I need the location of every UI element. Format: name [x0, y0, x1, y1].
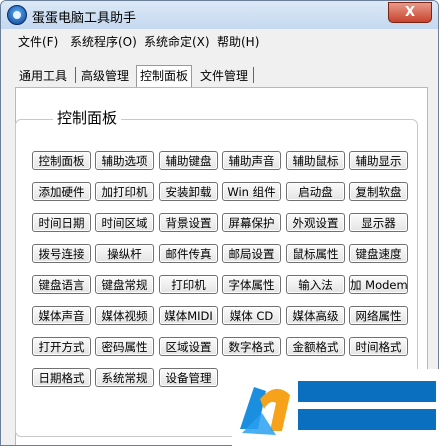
control-button[interactable]: 媒体MIDI: [159, 306, 218, 325]
control-button[interactable]: 打印机: [159, 275, 218, 294]
control-button[interactable]: 外观设置: [286, 213, 345, 232]
control-button[interactable]: 操纵杆: [95, 244, 154, 263]
control-button[interactable]: 背景设置: [159, 213, 218, 232]
control-button[interactable]: 键盘语言: [32, 275, 91, 294]
control-button[interactable]: 辅助鼠标: [286, 151, 345, 170]
control-button[interactable]: 媒体声音: [32, 306, 91, 325]
control-button[interactable]: 字体属性: [222, 275, 281, 294]
control-button[interactable]: 加打印机: [95, 182, 154, 201]
control-button[interactable]: 键盘常规: [95, 275, 154, 294]
tab-file-manager[interactable]: 文件管理: [200, 67, 248, 84]
control-button[interactable]: 系统常规: [95, 368, 154, 387]
tab-divider: [75, 67, 76, 83]
tab-control-panel[interactable]: 控制面板: [136, 65, 193, 87]
site-logo-icon: [232, 369, 439, 446]
close-button[interactable]: X: [388, 2, 432, 23]
control-button[interactable]: 辅助键盘: [159, 151, 218, 170]
menu-help[interactable]: 帮助(H): [217, 33, 259, 50]
control-button[interactable]: 安装卸载: [159, 182, 218, 201]
group-title: 控制面板: [53, 107, 122, 128]
control-button[interactable]: 设备管理: [159, 368, 218, 387]
control-button[interactable]: 显示器: [349, 213, 408, 232]
control-button[interactable]: 密码属性: [95, 337, 154, 356]
control-button[interactable]: 媒体 CD: [222, 306, 281, 325]
menu-bar: 文件(F) 系统程序(O) 系统命定(X) 帮助(H): [1, 29, 438, 51]
control-button[interactable]: Win 组件: [222, 182, 281, 201]
control-button[interactable]: 键盘速度: [349, 244, 408, 263]
control-button[interactable]: 屏幕保护: [222, 213, 281, 232]
control-button[interactable]: 复制软盘: [349, 182, 408, 201]
control-button[interactable]: 邮局设置: [222, 244, 281, 263]
control-button[interactable]: 拨号连接: [32, 244, 91, 263]
control-button[interactable]: 添加硬件: [32, 182, 91, 201]
control-button[interactable]: 网络属性: [349, 306, 408, 325]
control-button[interactable]: 启动盘: [286, 182, 345, 201]
menu-file[interactable]: 文件(F): [18, 33, 58, 50]
control-button[interactable]: 时间区域: [95, 213, 154, 232]
window-title: 蛋蛋电脑工具助手: [32, 11, 137, 26]
menu-system-commands[interactable]: 系统命定(X): [144, 33, 210, 50]
control-button[interactable]: 辅助显示: [349, 151, 408, 170]
control-button[interactable]: 数字格式: [222, 337, 281, 356]
tab-advanced[interactable]: 高级管理: [81, 67, 129, 84]
control-button[interactable]: 辅助选项: [95, 151, 154, 170]
control-button[interactable]: 时间格式: [349, 337, 408, 356]
control-button[interactable]: 时间日期: [32, 213, 91, 232]
menu-system-programs[interactable]: 系统程序(O): [70, 33, 137, 50]
control-button[interactable]: 打开方式: [32, 337, 91, 356]
control-button[interactable]: 辅助声音: [222, 151, 281, 170]
control-button[interactable]: 媒体高级: [286, 306, 345, 325]
control-button[interactable]: 区域设置: [159, 337, 218, 356]
control-button[interactable]: 输入法: [286, 275, 345, 294]
control-button[interactable]: 金额格式: [286, 337, 345, 356]
control-button[interactable]: 邮件传真: [159, 244, 218, 263]
tab-divider: [253, 67, 254, 83]
control-button[interactable]: 控制面板: [32, 151, 91, 170]
tab-strip: 通用工具 高级管理 控制面板 文件管理: [1, 63, 438, 87]
app-logo-icon: [7, 5, 27, 25]
control-button[interactable]: 鼠标属性: [286, 244, 345, 263]
control-button[interactable]: 加 Modem: [349, 275, 408, 294]
title-bar[interactable]: 蛋蛋电脑工具助手 X: [1, 1, 438, 29]
control-button[interactable]: 日期格式: [32, 368, 91, 387]
tab-general-tools[interactable]: 通用工具: [19, 67, 67, 84]
control-button[interactable]: 媒体视频: [95, 306, 154, 325]
